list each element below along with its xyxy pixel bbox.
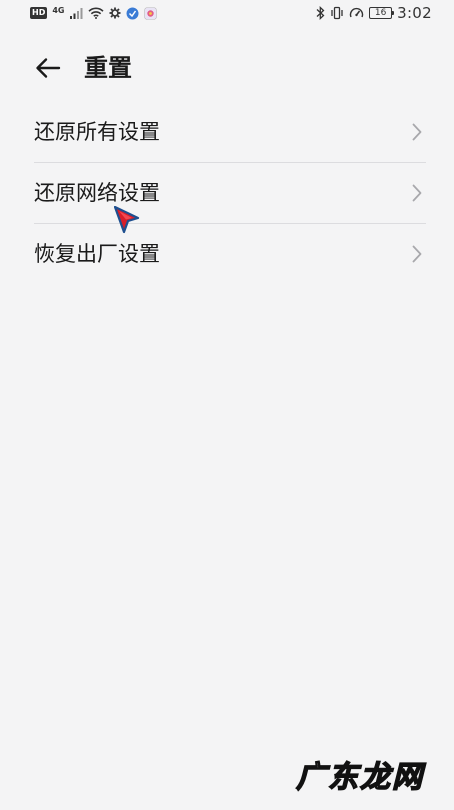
settings-gear-icon <box>109 7 121 19</box>
title-bar: 重置 <box>0 44 454 92</box>
chevron-right-icon <box>412 184 422 202</box>
chevron-right-icon <box>412 245 422 263</box>
factory-reset-item[interactable]: 恢复出厂设置 <box>34 223 426 284</box>
data-saver-icon <box>349 7 364 18</box>
pointer-cursor-icon <box>114 206 140 234</box>
vibrate-icon <box>331 6 343 20</box>
status-bar-right: 16 3:02 <box>316 4 432 22</box>
back-button[interactable] <box>34 54 62 82</box>
list-item-label: 还原所有设置 <box>34 120 160 144</box>
list-item-label: 还原网络设置 <box>34 181 160 205</box>
list-item-label: 恢复出厂设置 <box>34 242 160 266</box>
app-notification-icon-2 <box>144 6 158 20</box>
status-bar: HD 4G 16 3:02 <box>0 0 454 26</box>
reset-all-settings-item[interactable]: 还原所有设置 <box>34 102 426 162</box>
status-bar-left: HD 4G <box>30 5 158 21</box>
reset-settings-screen: HD 4G 16 3:02 重置 还原所有设置 还原网络设置 恢复出厂设置 广东… <box>0 0 454 810</box>
wifi-icon <box>88 7 105 19</box>
watermark: 广东龙网 <box>295 759 424 795</box>
app-notification-icon <box>126 7 139 19</box>
status-time: 3:02 <box>397 4 432 22</box>
arrow-left-icon <box>36 58 61 78</box>
reset-options-list: 还原所有设置 还原网络设置 恢复出厂设置 <box>34 102 426 284</box>
bluetooth-icon <box>316 6 325 20</box>
4g-signal-icon: 4G <box>52 6 65 15</box>
chevron-right-icon <box>412 123 422 141</box>
battery-icon: 16 <box>369 7 395 19</box>
page-title: 重置 <box>84 54 132 82</box>
reset-network-settings-item[interactable]: 还原网络设置 <box>34 162 426 223</box>
hd-badge: HD <box>30 7 48 19</box>
signal-bars-icon <box>70 8 83 19</box>
